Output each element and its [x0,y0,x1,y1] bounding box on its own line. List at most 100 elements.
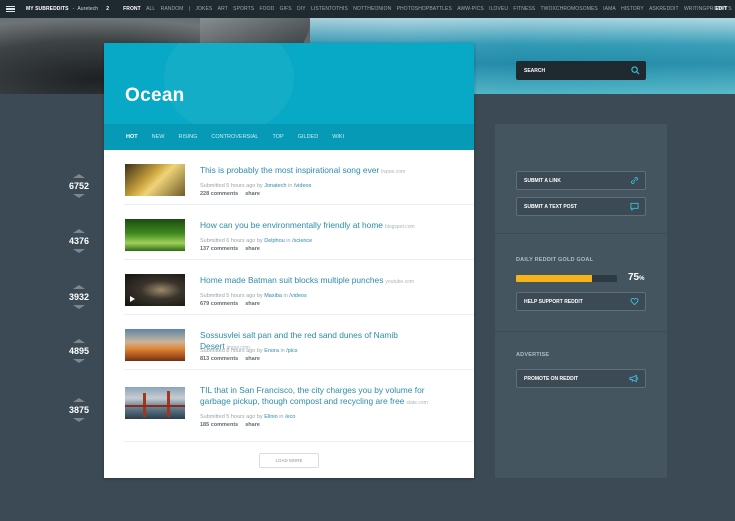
upvote-arrow-icon[interactable] [73,339,85,343]
submitted-text: Submitted 5 hours ago by [200,293,263,299]
nav-link-gifs[interactable]: GIFS [280,6,292,12]
subreddit-link[interactable]: /videos [289,293,306,299]
nav-link-fitness[interactable]: FITNESS [513,6,535,12]
post-thumbnail[interactable] [125,164,185,196]
promote-button[interactable]: PROMOTE ON REDDIT [516,369,646,388]
comments-link[interactable]: 228 comments [200,191,238,197]
downvote-arrow-icon[interactable] [73,305,85,309]
author-link[interactable]: Maxiba [264,293,282,299]
username-link[interactable]: Auretech [77,6,98,12]
upvote-arrow-icon[interactable] [73,398,85,402]
comments-link[interactable]: 679 comments [200,301,238,307]
tab-hot[interactable]: HOT [126,134,138,140]
my-subreddits-link[interactable]: MY SUBREDDITS [26,6,69,12]
upvote-arrow-icon[interactable] [73,174,85,178]
post-score: 3875 [68,405,90,415]
share-link[interactable]: share [245,422,260,428]
post-meta: Submitted 8 hours ago by Enora in /pics [200,348,298,354]
author-link[interactable]: Enora [264,348,279,354]
edit-button[interactable]: EDIT [715,0,727,18]
post-actions: 137 comments share [200,246,267,252]
comments-link[interactable]: 185 comments [200,422,238,428]
tab-top[interactable]: TOP [273,134,284,140]
comments-link[interactable]: 813 comments [200,356,238,362]
hamburger-menu-icon[interactable] [0,0,20,18]
vote-widget: 6752 [60,174,98,198]
nav-link-food[interactable]: FOOD [260,6,275,12]
nav-link-sports[interactable]: SPORTS [233,6,254,12]
subreddit-link[interactable]: /science [292,238,312,244]
nav-link-diy[interactable]: DIY [297,6,306,12]
downvote-arrow-icon[interactable] [73,418,85,422]
search-label: SEARCH [524,67,546,74]
subreddit-header: Ocean [104,43,474,124]
share-link[interactable]: share [245,191,260,197]
nav-link-twoxchromosomes[interactable]: TWOXCHROMOSOMES [541,6,598,12]
share-link[interactable]: share [245,301,260,307]
gold-goal-progress-bar [516,275,617,282]
post-domain[interactable]: blogspot.com [385,224,415,230]
post-thumbnail[interactable] [125,274,185,306]
post-title-link[interactable]: TIL that in San Francisco, the city char… [200,385,425,406]
post-domain[interactable]: slate.com [406,400,427,406]
tab-gilded[interactable]: GILDED [298,134,318,140]
load-more-button[interactable]: LOAD MORE [259,453,319,468]
nav-link-random[interactable]: RANDOM [161,6,184,12]
subreddit-nav: FRONT ALL RANDOM | JOKES ART SPORTS FOOD… [123,6,732,12]
tab-wiki[interactable]: WIKI [332,134,344,140]
megaphone-icon [629,370,639,388]
help-support-button[interactable]: HELP SUPPORT REDDIT [516,292,646,311]
nav-link-iloveu[interactable]: ILOVEU [489,6,508,12]
submit-text-post-button[interactable]: SUBMIT A TEXT POST [516,197,646,216]
author-link[interactable]: Delphou [264,238,285,244]
tab-rising[interactable]: RISING [178,134,197,140]
post-domain[interactable]: livpoe.com [381,169,405,175]
post-score: 6752 [68,181,90,191]
nav-link-askreddit[interactable]: ASKREDDIT [649,6,679,12]
subreddit-link[interactable]: /eco [285,414,295,420]
post-item: How can you be environmentally friendly … [104,205,474,260]
tab-controversial[interactable]: CONTROVERSIAL [211,134,258,140]
subreddit-link[interactable]: /videos [294,183,311,189]
search-icon[interactable] [631,62,640,80]
notification-badge[interactable]: 2 [106,6,109,12]
share-link[interactable]: share [245,246,260,252]
post-thumbnail[interactable] [125,219,185,251]
author-link[interactable]: Jonatech [264,183,286,189]
post-thumbnail[interactable] [125,329,185,361]
downvote-arrow-icon[interactable] [73,359,85,363]
post-domain[interactable]: youtube.com [385,279,414,285]
share-link[interactable]: share [245,356,260,362]
nav-link-all[interactable]: ALL [146,6,155,12]
downvote-arrow-icon[interactable] [73,194,85,198]
post-title-link[interactable]: This is probably the most inspirational … [200,165,379,175]
upvote-arrow-icon[interactable] [73,229,85,233]
nav-link-photoshopbattles[interactable]: PHOTOSHOPBATTLES [397,6,452,12]
nav-link-listentothis[interactable]: LISTENTOTHIS [311,6,348,12]
post-thumbnail[interactable] [125,387,185,419]
post-item: TIL that in San Francisco, the city char… [104,370,474,442]
sidebar: SUBMIT A LINK SUBMIT A TEXT POST DAILY R… [495,124,667,478]
nav-link-art[interactable]: ART [218,6,228,12]
nav-link-aww-pics[interactable]: AWW-PICS [457,6,484,12]
subreddit-link[interactable]: /pics [286,348,297,354]
play-icon[interactable] [130,296,135,302]
post-actions: 813 comments share [200,356,267,362]
gold-goal-value: 75 [628,272,640,283]
search-input[interactable]: SEARCH [516,61,646,80]
upvote-arrow-icon[interactable] [73,285,85,289]
post-title-link[interactable]: How can you be environmentally friendly … [200,220,383,230]
author-link[interactable]: Elinio [264,414,277,420]
post-item: Home made Batman suit blocks multiple pu… [104,260,474,315]
tab-new[interactable]: NEW [152,134,165,140]
post-title-link[interactable]: Home made Batman suit blocks multiple pu… [200,275,383,285]
nav-link-history[interactable]: HISTORY [621,6,644,12]
comments-link[interactable]: 137 comments [200,246,238,252]
separator: - [72,6,75,12]
nav-link-jokes[interactable]: JOKES [195,6,212,12]
downvote-arrow-icon[interactable] [73,249,85,253]
nav-link-front[interactable]: FRONT [123,6,141,12]
submit-link-button[interactable]: SUBMIT A LINK [516,171,646,190]
nav-link-iama[interactable]: IAMA [603,6,616,12]
nav-link-nottheonion[interactable]: NOTTHEONION [353,6,391,12]
